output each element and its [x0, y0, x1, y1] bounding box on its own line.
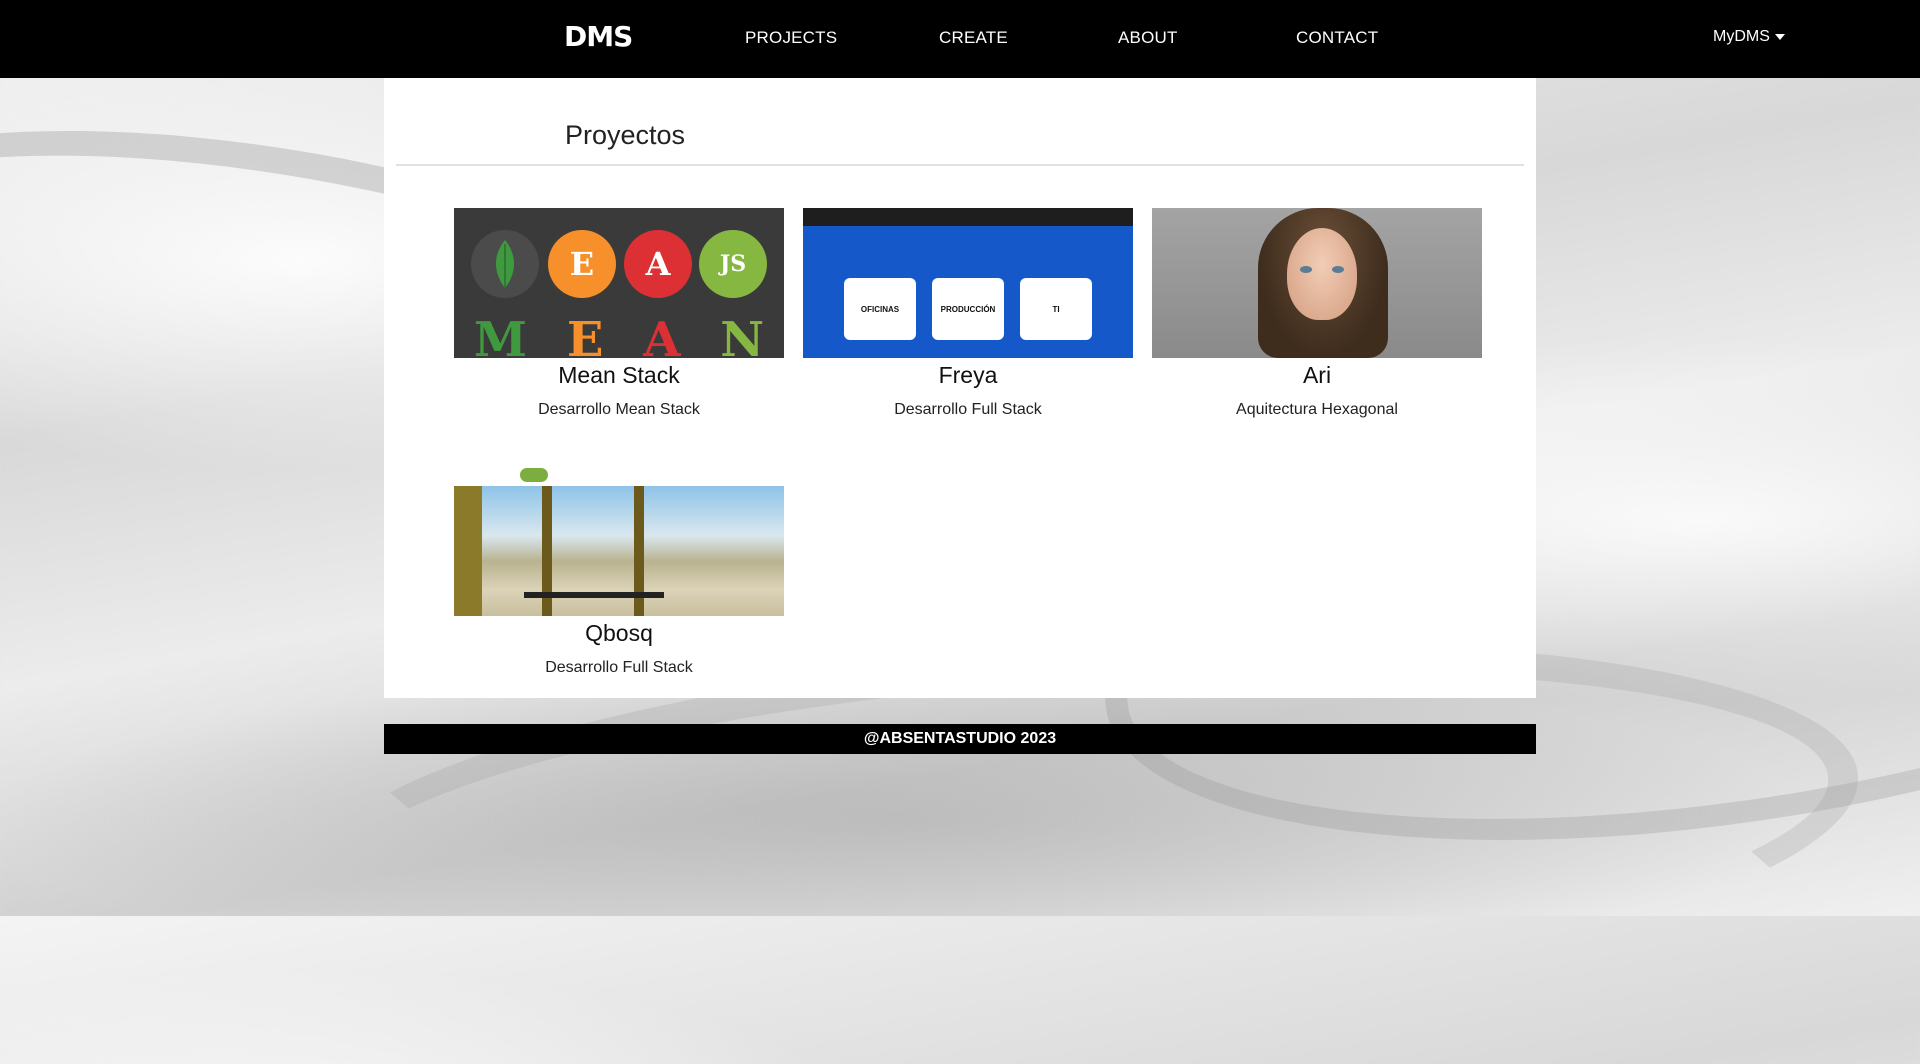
top-navbar: DMS PROJECTS CREATE ABOUT CONTACT MyDMS: [0, 0, 1920, 78]
project-card-ari[interactable]: Ari Aquitectura Hexagonal: [1152, 208, 1482, 419]
browser-bar: [803, 208, 1133, 226]
nav-link-projects[interactable]: PROJECTS: [745, 28, 837, 48]
project-thumbnail[interactable]: [1152, 208, 1482, 358]
mean-letter-n: N: [720, 312, 765, 358]
project-card-freya[interactable]: OFICINAS PRODUCCIÓN TI Freya Desarrollo …: [803, 208, 1133, 419]
site-logo: [520, 468, 548, 482]
tile-oficinas: OFICINAS: [844, 278, 916, 340]
page-title: Proyectos: [565, 120, 686, 150]
footer-text: @ABSENTASTUDIO 2023: [863, 730, 1057, 747]
nav-link-contact[interactable]: CONTACT: [1296, 28, 1378, 48]
title-divider: [396, 164, 1524, 166]
portrait-face: [1287, 228, 1357, 320]
project-title[interactable]: Freya: [803, 362, 1133, 389]
tile-ti: TI: [1020, 278, 1092, 340]
angular-icon: A: [624, 230, 692, 298]
caret-down-icon: [1774, 33, 1785, 40]
window-frame: [454, 486, 482, 616]
mean-letter-a: A: [643, 312, 681, 358]
project-title[interactable]: Mean Stack: [454, 362, 784, 389]
mongodb-leaf-icon: [471, 230, 539, 298]
project-title[interactable]: Ari: [1152, 362, 1482, 389]
project-card-qbosq[interactable]: Qbosq Desarrollo Full Stack: [454, 466, 784, 677]
mean-letters: M E A N: [454, 312, 784, 358]
counter-table: [524, 592, 664, 598]
footer-bar: @ABSENTASTUDIO 2023: [384, 724, 1536, 754]
project-thumbnail[interactable]: [454, 466, 784, 616]
project-thumbnail[interactable]: OFICINAS PRODUCCIÓN TI: [803, 208, 1133, 358]
project-description: Desarrollo Mean Stack: [538, 401, 700, 418]
nav-link-create[interactable]: CREATE: [939, 28, 1008, 48]
brand-logo[interactable]: DMS: [564, 20, 633, 53]
nav-link-about[interactable]: ABOUT: [1118, 28, 1178, 48]
tile-produccion: PRODUCCIÓN: [932, 278, 1004, 340]
mean-letter-e: E: [566, 312, 604, 358]
user-menu-dropdown[interactable]: MyDMS: [1713, 28, 1785, 46]
nodejs-icon: JS: [699, 230, 767, 298]
project-description: Aquitectura Hexagonal: [1236, 401, 1398, 418]
site-header: [454, 466, 784, 486]
leaf-icon: [495, 240, 515, 288]
express-icon: E: [548, 230, 616, 298]
mean-letter-m: M: [473, 312, 528, 358]
portrait-eye: [1300, 266, 1312, 273]
project-title[interactable]: Qbosq: [454, 620, 784, 647]
project-description: Desarrollo Full Stack: [545, 659, 693, 676]
user-menu-label: MyDMS: [1713, 28, 1770, 45]
portrait-eye: [1332, 266, 1344, 273]
projects-panel: Proyectos E A JS M E A N Mean Stack Desa…: [384, 78, 1536, 698]
project-thumbnail[interactable]: E A JS M E A N: [454, 208, 784, 358]
project-card-mean-stack[interactable]: E A JS M E A N Mean Stack Desarrollo Mea…: [454, 208, 784, 419]
project-description: Desarrollo Full Stack: [894, 401, 1042, 418]
